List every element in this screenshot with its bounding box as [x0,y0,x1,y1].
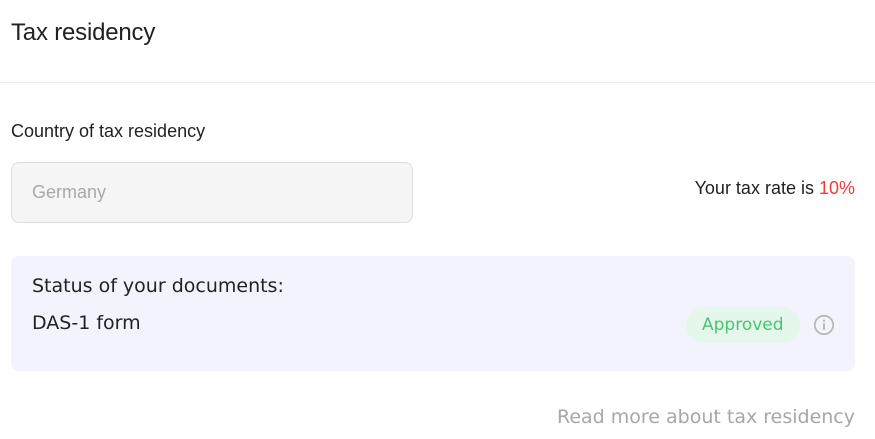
country-of-tax-residency-label: Country of tax residency [11,121,206,141]
tax-residency-page: Tax residency Country of tax residency Y… [0,0,875,439]
tax-rate-value: 10% [818,178,855,198]
document-status-badge: Approved [686,307,800,343]
info-icon[interactable] [813,314,835,336]
page-title: Tax residency [11,19,156,46]
document-status-heading: Status of your documents: [32,275,284,297]
document-status-card: Status of your documents: DAS-1 form App… [11,256,855,371]
page-header: Tax residency [0,0,875,83]
tax-rate-summary: Your tax rate is 10% [695,176,855,200]
document-name: DAS-1 form [32,312,141,334]
tax-rate-prefix: Your tax rate is [694,178,819,198]
country-of-tax-residency-input[interactable] [11,162,413,223]
read-more-tax-residency-link[interactable]: Read more about tax residency [557,404,855,430]
